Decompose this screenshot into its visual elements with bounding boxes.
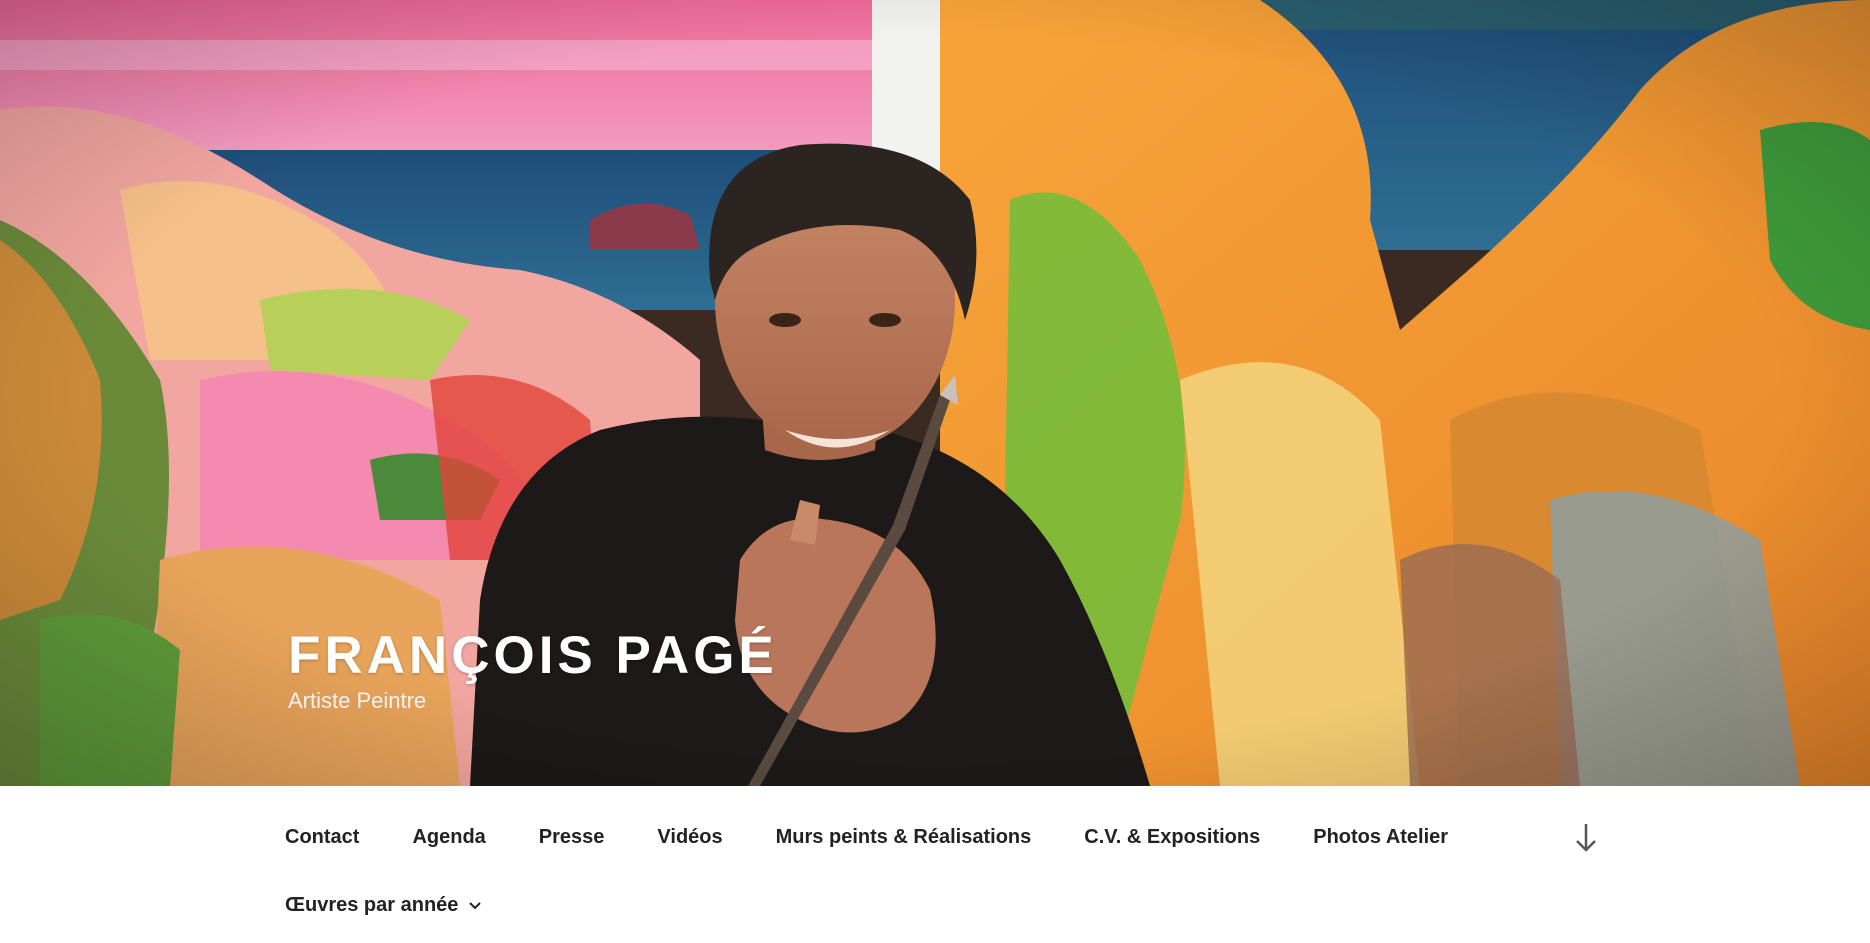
nav-row-primary: Contact Agenda Presse Vidéos Murs peints… (285, 826, 1501, 849)
main-navigation: Contact Agenda Presse Vidéos Murs peints… (0, 786, 1870, 943)
hero-painting-image (0, 0, 1870, 786)
nav-item-agenda[interactable]: Agenda (412, 826, 485, 849)
site-branding: FRANÇOIS PAGÉ Artiste Peintre (288, 626, 778, 714)
nav-item-cv-expositions[interactable]: C.V. & Expositions (1084, 826, 1260, 849)
chevron-down-icon (469, 901, 482, 909)
nav-item-oeuvres-par-annee[interactable]: Œuvres par année (285, 894, 482, 917)
nav-item-oeuvres-label: Œuvres par année (285, 894, 459, 916)
nav-item-videos[interactable]: Vidéos (657, 826, 722, 849)
nav-row-secondary: Œuvres par année (285, 894, 535, 917)
nav-item-presse[interactable]: Presse (539, 826, 605, 849)
nav-item-murs-peints[interactable]: Murs peints & Réalisations (776, 826, 1032, 849)
nav-item-contact[interactable]: Contact (285, 826, 359, 849)
site-title[interactable]: FRANÇOIS PAGÉ (288, 626, 778, 686)
nav-item-photos-atelier[interactable]: Photos Atelier (1313, 826, 1448, 849)
arrow-down-icon[interactable] (1574, 822, 1598, 854)
site-description: Artiste Peintre (288, 688, 427, 713)
header-hero: FRANÇOIS PAGÉ Artiste Peintre (0, 0, 1870, 786)
